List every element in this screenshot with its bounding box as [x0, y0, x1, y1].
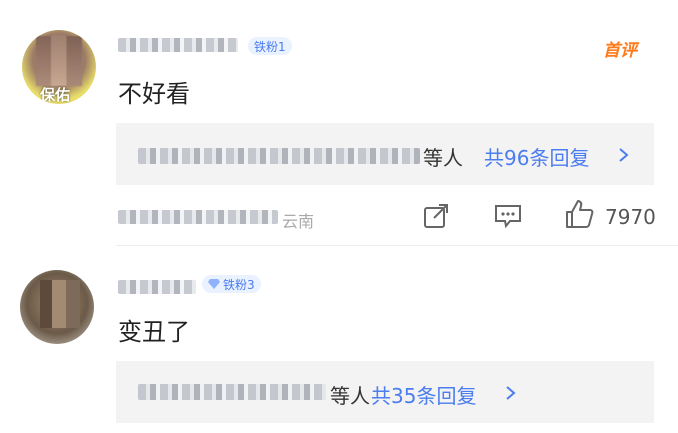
- reply-suffix: 等人: [330, 384, 370, 408]
- comment-divider: [116, 245, 678, 246]
- first-comment-badge: 首评: [603, 41, 637, 61]
- reply-suffix: 等人: [423, 146, 463, 170]
- reply-preview[interactable]: 等人 共96条回复: [116, 123, 654, 185]
- avatar-image: [36, 36, 82, 86]
- comment-text: 不好看: [118, 80, 190, 108]
- location-text: 云南: [282, 212, 315, 231]
- like-count: 7970: [605, 205, 656, 229]
- blurred-timestamp: [118, 210, 278, 224]
- chevron-right-icon: [619, 148, 629, 162]
- fan-badge-label: 铁粉1: [254, 39, 286, 54]
- fan-badge-label: 铁粉3: [223, 277, 255, 292]
- commenter-avatar[interactable]: 保佑: [22, 30, 96, 104]
- avatar-image: [40, 280, 80, 328]
- blurred-replier-names: [138, 148, 420, 164]
- commenter-avatar[interactable]: [20, 270, 94, 344]
- chevron-right-icon: [506, 386, 516, 400]
- diamond-icon: [208, 279, 220, 289]
- fan-badge: 铁粉3: [202, 275, 261, 293]
- reply-preview[interactable]: 等人 共35条回复: [116, 361, 654, 423]
- blurred-username[interactable]: [118, 280, 196, 294]
- reply-count-link[interactable]: 共35条回复: [371, 380, 476, 409]
- avatar-label: 保佑: [40, 86, 71, 104]
- comment-text: 变丑了: [118, 318, 190, 346]
- fan-badge: 铁粉1: [248, 37, 292, 55]
- comment-icon[interactable]: [493, 203, 523, 229]
- share-icon[interactable]: [422, 202, 450, 230]
- blurred-replier-names: [138, 384, 326, 400]
- reply-count-link[interactable]: 共96条回复: [484, 142, 589, 171]
- blurred-username[interactable]: [118, 38, 238, 52]
- like-icon[interactable]: [563, 198, 595, 230]
